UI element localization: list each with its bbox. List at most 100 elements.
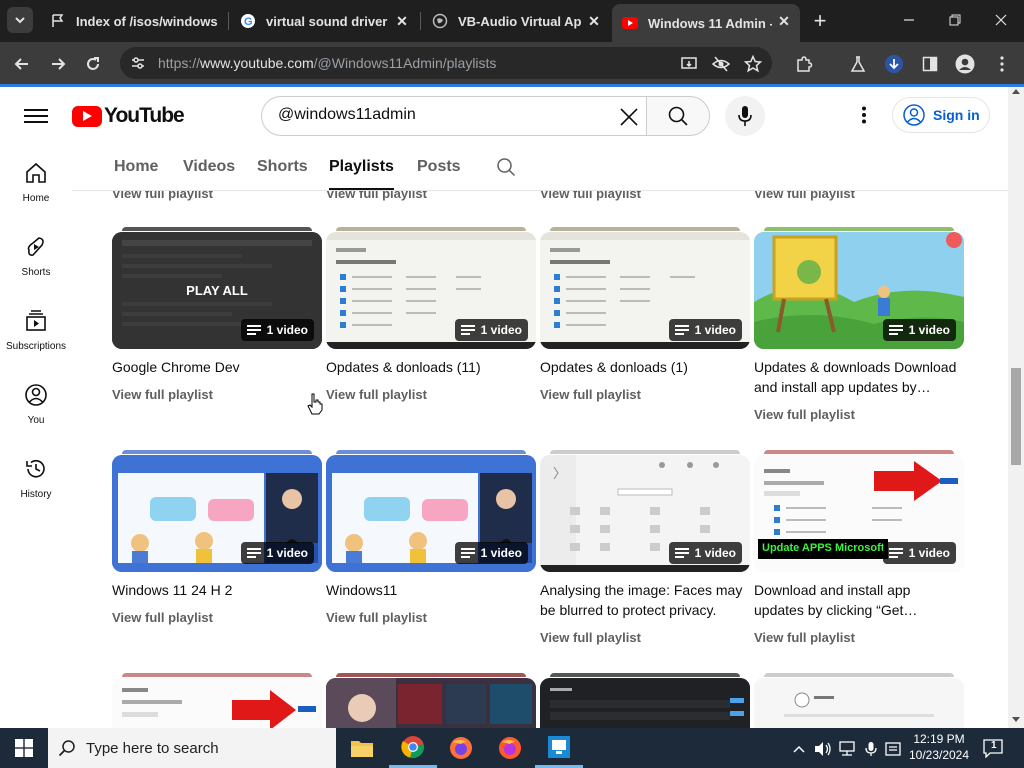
channel-search-icon[interactable]	[496, 157, 516, 182]
view-full-playlist-link[interactable]: View full playlist	[112, 387, 322, 402]
playlist-card[interactable]: Update APPS Microsoft St 1 video Downloa…	[754, 450, 964, 645]
search-input[interactable]	[278, 106, 598, 124]
scroll-down-arrow-icon[interactable]	[1012, 717, 1020, 722]
view-full-playlist-link[interactable]: View full playlist	[326, 610, 536, 625]
playlist-title[interactable]: Windows 11 24 H 2	[112, 580, 322, 600]
playlist-thumbnail[interactable]: 1 video	[326, 450, 536, 572]
taskbar-app-file-explorer[interactable]	[338, 728, 386, 768]
playlist-thumbnail[interactable]	[112, 673, 322, 728]
tab-posts[interactable]: Posts	[417, 158, 461, 176]
forward-button[interactable]	[45, 51, 71, 77]
browser-tab-1[interactable]: Index of /isos/windows	[40, 4, 228, 38]
youtube-logo[interactable]: YouTube	[72, 104, 185, 128]
clear-search-icon[interactable]	[617, 105, 641, 129]
minimize-button[interactable]	[886, 0, 932, 40]
extensions-puzzle-icon[interactable]	[794, 54, 814, 74]
view-full-playlist-link[interactable]: View full playlist	[540, 387, 750, 402]
browser-tab-3[interactable]: VB-Audio Virtual App ✕	[422, 4, 610, 38]
guide-item-home[interactable]: Home	[0, 143, 72, 217]
voice-search-button[interactable]	[725, 96, 765, 136]
keyboard-icon[interactable]	[884, 740, 902, 758]
playlist-title[interactable]: Analysing the image: Faces may be blurre…	[540, 580, 750, 620]
playlist-thumbnail[interactable]: PLAY ALL 1 video	[112, 227, 322, 349]
playlist-thumbnail[interactable]	[540, 673, 750, 728]
playlist-thumbnail[interactable]: 1 video	[112, 450, 322, 572]
search-box[interactable]	[261, 96, 647, 136]
labs-flask-icon[interactable]	[848, 54, 868, 74]
network-icon[interactable]	[838, 740, 856, 758]
reload-button[interactable]	[80, 51, 106, 77]
taskbar-app-chrome[interactable]	[389, 728, 437, 768]
playlist-card[interactable]	[112, 673, 322, 728]
playlist-card[interactable]: 1 video Updates & downloads Download and…	[754, 227, 964, 422]
address-bar[interactable]: https://www.youtube.com/@Windows11Admin/…	[120, 47, 772, 79]
close-tab-icon[interactable]: ✕	[394, 13, 410, 29]
notification-center-button[interactable]: 1	[982, 738, 1004, 759]
playlist-card[interactable]: 1 video Windows 11 24 H 2 View full play…	[112, 450, 322, 625]
playlist-title[interactable]: Download and install app updates by clic…	[754, 580, 964, 620]
taskbar-app-firefox-2[interactable]	[486, 728, 534, 768]
site-info-icon[interactable]	[130, 55, 146, 76]
guide-item-shorts[interactable]: Shorts	[0, 217, 72, 291]
playlist-title[interactable]: Opdates & donloads (1)	[540, 357, 750, 377]
browser-tab-2[interactable]: G virtual sound driver - ✕	[230, 4, 418, 38]
playlist-card[interactable]: 1 video Analysing the image: Faces may b…	[540, 450, 750, 645]
playlist-title[interactable]: Windows11	[326, 580, 536, 600]
playlist-thumbnail[interactable]	[326, 673, 536, 728]
playlist-thumbnail[interactable]: 1 video	[754, 227, 964, 349]
settings-menu-icon[interactable]	[852, 103, 876, 127]
view-full-playlist-link[interactable]: View full playlist	[112, 610, 322, 625]
scroll-up-arrow-icon[interactable]	[1012, 89, 1020, 94]
tab-playlists[interactable]: Playlists	[329, 158, 394, 190]
taskbar-clock[interactable]: 12:19 PM 10/23/2024	[902, 731, 976, 763]
new-tab-button[interactable]: +	[808, 8, 832, 33]
close-window-button[interactable]	[978, 0, 1024, 40]
guide-item-you[interactable]: You	[0, 365, 72, 439]
guide-item-subscriptions[interactable]: Subscriptions	[0, 291, 72, 365]
playlist-card[interactable]: PLAY ALL 1 video Google Chrome Dev View …	[112, 227, 322, 402]
guide-item-history[interactable]: History	[0, 439, 72, 513]
search-button[interactable]	[646, 96, 710, 136]
page-scrollbar[interactable]	[1008, 87, 1024, 728]
view-full-playlist-link[interactable]: View full playlist	[754, 630, 964, 645]
restore-button[interactable]	[932, 0, 978, 40]
playlist-thumbnail[interactable]: 1 video	[540, 450, 750, 572]
tab-videos[interactable]: Videos	[183, 158, 235, 176]
browser-menu-icon[interactable]	[992, 54, 1012, 74]
playlist-thumbnail[interactable]: 1 video	[326, 227, 536, 349]
scrollbar-thumb[interactable]	[1011, 368, 1021, 465]
view-full-playlist-link[interactable]: View full playlist	[754, 407, 964, 422]
menu-hamburger-icon[interactable]	[24, 105, 48, 125]
playlist-card[interactable]	[326, 673, 536, 728]
playlist-card[interactable]: 1 video Opdates & donloads (11) View ful…	[326, 227, 536, 402]
bookmark-star-icon[interactable]	[744, 55, 762, 73]
playlist-card[interactable]	[540, 673, 750, 728]
playlist-card[interactable]	[754, 673, 964, 728]
playlist-title[interactable]: Opdates & donloads (11)	[326, 357, 536, 377]
close-tab-icon[interactable]: ✕	[776, 13, 792, 29]
microphone-icon[interactable]	[862, 740, 880, 758]
view-full-playlist-link[interactable]: View full playlist	[540, 630, 750, 645]
tray-chevron-up-icon[interactable]	[790, 740, 808, 758]
sign-in-button[interactable]: Sign in	[892, 97, 990, 133]
side-panel-icon[interactable]	[920, 54, 940, 74]
playlist-card[interactable]: 1 video Opdates & donloads (1) View full…	[540, 227, 750, 402]
volume-icon[interactable]	[814, 740, 832, 758]
install-app-icon[interactable]	[680, 55, 698, 73]
playlist-title[interactable]: Updates & downloads Download and install…	[754, 357, 964, 397]
playlist-thumbnail[interactable]: 1 video	[540, 227, 750, 349]
taskbar-app-remote-desktop[interactable]	[535, 728, 583, 768]
taskbar-app-firefox[interactable]	[437, 728, 485, 768]
download-status-icon[interactable]	[884, 54, 904, 74]
taskbar-search-box[interactable]: Type here to search	[48, 728, 336, 768]
view-full-playlist-link[interactable]: View full playlist	[326, 387, 536, 402]
browser-tab-4-active[interactable]: Windows 11 Admin - Y ✕	[612, 4, 800, 42]
tab-shorts[interactable]: Shorts	[257, 158, 308, 176]
playlist-card[interactable]: 1 video Windows11 View full playlist	[326, 450, 536, 625]
start-button[interactable]	[0, 728, 48, 768]
tab-search-button[interactable]	[7, 7, 33, 33]
profile-avatar-icon[interactable]	[955, 54, 975, 74]
playlist-thumbnail[interactable]: Update APPS Microsoft St 1 video	[754, 450, 964, 572]
tab-home[interactable]: Home	[114, 158, 158, 176]
eye-off-icon[interactable]	[712, 55, 730, 73]
